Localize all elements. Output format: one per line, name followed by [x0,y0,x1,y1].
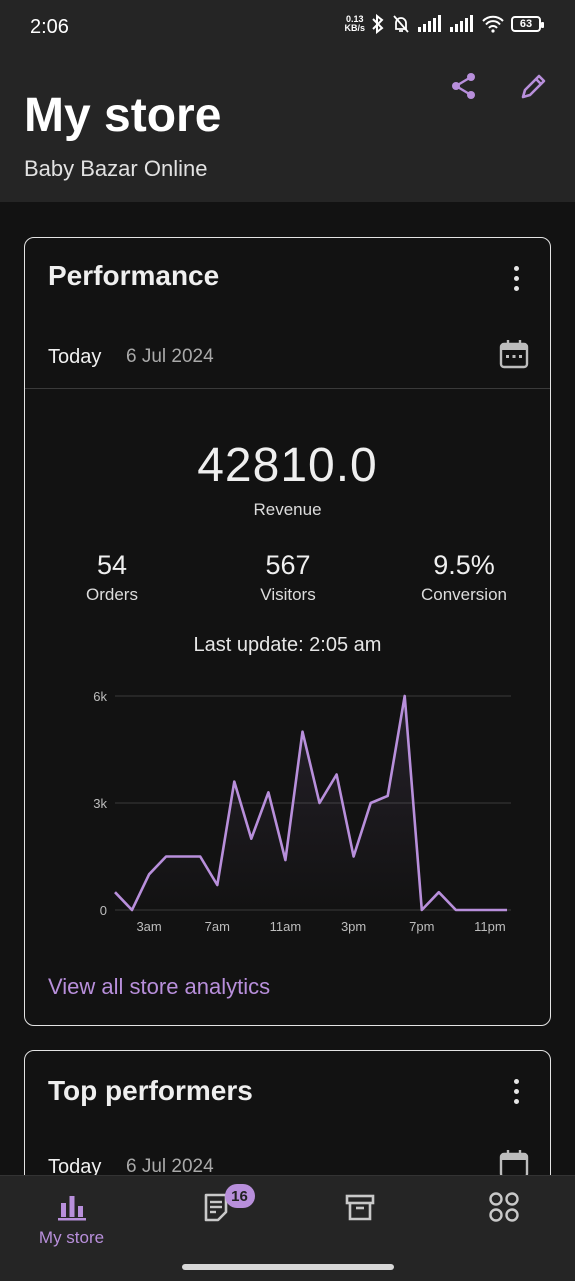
network-speed: 0.13 KB/s [344,15,365,33]
date-range-label: Today [48,346,101,369]
nav-orders[interactable]: 16 [144,1176,287,1256]
page-title: My store [24,88,221,143]
performance-title: Performance [48,260,219,292]
grid-menu-icon [488,1191,520,1223]
home-indicator [182,1264,394,1270]
nav-menu[interactable] [432,1176,575,1256]
status-icons: 0.13 KB/s 63 [344,14,541,34]
performance-more-button[interactable] [506,263,526,293]
y-tick-label: 6k [93,689,107,704]
status-time: 2:06 [30,16,69,39]
signal-icon [417,15,443,33]
network-speed-unit: KB/s [344,24,365,33]
bell-off-icon [391,14,411,34]
x-tick-label: 11am [270,919,302,934]
stat-visitors: 567 Visitors [218,550,358,605]
share-icon [449,71,479,101]
x-tick-label: 3am [136,919,161,934]
orders-badge: 16 [225,1184,255,1208]
more-dot-icon [514,1089,519,1094]
more-dot-icon [514,1079,519,1084]
last-update: Last update: 2:05 am [25,634,550,657]
x-tick-label: 11pm [474,919,506,934]
more-dot-icon [514,266,519,271]
status-bar: 2:06 0.13 KB/s 63 [0,0,575,56]
bluetooth-icon [371,14,385,34]
share-button[interactable] [446,68,482,104]
stat-value: 54 [42,550,182,581]
top-performers-more-button[interactable] [506,1076,526,1106]
stat-label: Conversion [394,585,534,605]
stat-conversion: 9.5% Conversion [394,550,534,605]
nav-my-store-label: My store [39,1228,104,1248]
nav-products[interactable] [288,1176,431,1256]
more-dot-icon [514,286,519,291]
y-tick-label: 0 [100,903,107,918]
date-value: 6 Jul 2024 [126,346,214,368]
revenue-label: Revenue [25,500,550,520]
x-tick-label: 3pm [341,919,366,934]
nav-my-store[interactable]: My store [0,1176,143,1256]
archive-icon [345,1192,375,1222]
app-header: My store Baby Bazar Online [0,56,575,202]
divider [25,388,550,389]
revenue-value: 42810.0 [25,438,550,493]
stat-label: Visitors [218,585,358,605]
pencil-icon [519,71,549,101]
more-dot-icon [514,276,519,281]
stat-orders: 54 Orders [42,550,182,605]
top-performers-title: Top performers [48,1075,253,1107]
performance-date-row[interactable]: Today 6 Jul 2024 [25,324,550,390]
store-name: Baby Bazar Online [24,156,207,182]
edit-button[interactable] [516,68,552,104]
signal-icon-2 [449,15,475,33]
battery-icon: 63 [511,16,541,32]
x-tick-label: 7pm [409,919,434,934]
bar-chart-icon [57,1193,87,1221]
revenue-chart: 0 3k 6k 3am 7am 11am 3pm 7pm 11pm [45,678,535,948]
stat-value: 9.5% [394,550,534,581]
stat-value: 567 [218,550,358,581]
view-analytics-link[interactable]: View all store analytics [48,974,270,1000]
y-tick-label: 3k [93,796,107,811]
stat-label: Orders [42,585,182,605]
calendar-icon[interactable] [498,338,530,370]
x-tick-label: 7am [205,919,230,934]
wifi-icon [481,15,505,33]
more-dot-icon [514,1099,519,1104]
performance-card: Performance Today 6 Jul 2024 42810.0 Rev… [24,237,551,1026]
